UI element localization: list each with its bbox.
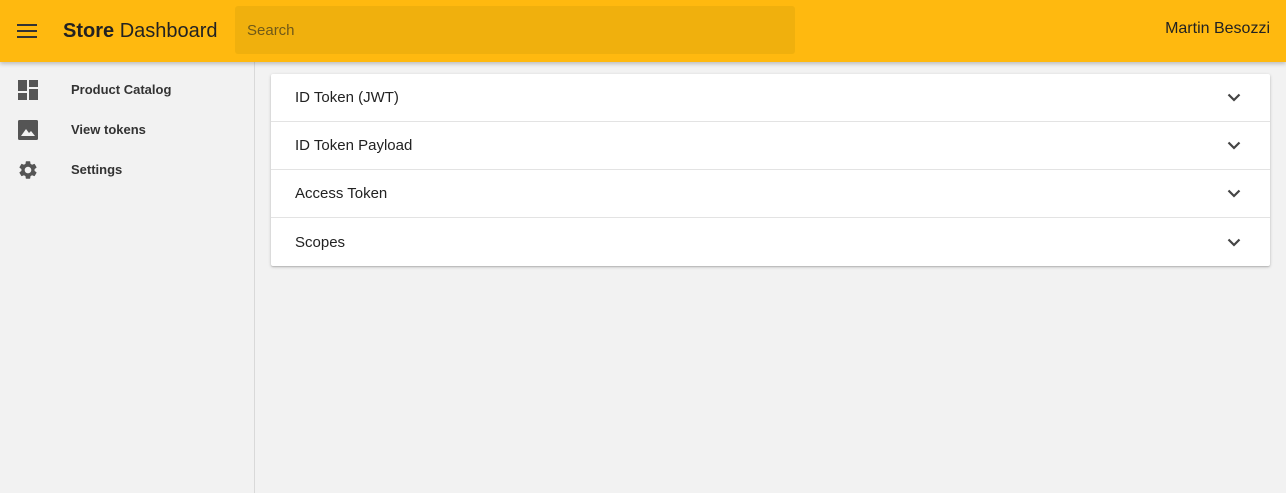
app-title-light: Dashboard [119,20,218,42]
gear-icon [16,158,40,182]
user-name[interactable]: Martin Besozzi [1165,20,1270,38]
accordion-item-scopes[interactable]: Scopes [271,218,1270,266]
accordion-title: ID Token Payload [295,137,413,154]
app-title-strong: Store [63,20,115,42]
sidebar-item-settings[interactable]: Settings [0,150,254,190]
accordion: ID Token (JWT) ID Token Payload Access T… [271,74,1270,266]
chevron-down-icon[interactable] [1222,182,1246,206]
accordion-title: Access Token [295,185,388,202]
hamburger-menu-icon [17,24,37,38]
chevron-down-icon[interactable] [1222,134,1246,158]
image-icon [16,118,40,142]
menu-button[interactable] [12,16,42,46]
sidebar-item-product-catalog[interactable]: Product Catalog [0,70,254,110]
dashboard-icon [16,78,40,102]
search-box[interactable] [235,6,795,54]
accordion-item-id-token-jwt[interactable]: ID Token (JWT) [271,74,1270,122]
search-input[interactable] [247,6,795,54]
sidebar-item-label: Product Catalog [71,82,172,97]
accordion-title: ID Token (JWT) [295,89,399,106]
chevron-down-icon[interactable] [1222,230,1246,254]
accordion-item-access-token[interactable]: Access Token [271,170,1270,218]
main-content: ID Token (JWT) ID Token Payload Access T… [271,74,1270,266]
accordion-item-id-token-payload[interactable]: ID Token Payload [271,122,1270,170]
app-bar: Store Dashboard Martin Besozzi [0,0,1286,62]
sidebar-item-label: View tokens [71,122,146,137]
sidebar: Product Catalog View tokens Settings [0,62,255,493]
sidebar-item-label: Settings [71,162,123,177]
sidebar-item-view-tokens[interactable]: View tokens [0,110,254,150]
chevron-down-icon[interactable] [1222,86,1246,110]
accordion-title: Scopes [295,233,346,251]
app-title: Store Dashboard [63,18,218,44]
